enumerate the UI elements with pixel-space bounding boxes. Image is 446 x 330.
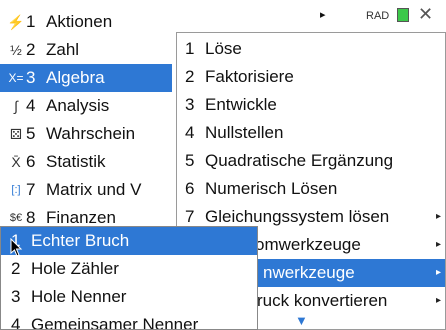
menu-item-number: 6 [185, 179, 195, 198]
status-bar: ▸ RAD ✕ [320, 0, 446, 32]
menu-item-number: 2 [26, 40, 36, 59]
menu-item-label: Numerisch Lösen [205, 179, 338, 198]
menu-item-label: ruck konvertieren [257, 291, 388, 310]
menu-item-statistik[interactable]: X̄ 6 Statistik [0, 148, 192, 176]
menu-item-label: Analysis [46, 96, 110, 115]
dice-icon: ⚄ [9, 126, 23, 142]
xbar-icon: X̄ [11, 154, 21, 170]
matrix-icon: [:] [11, 184, 21, 196]
angle-mode-label: RAD [366, 10, 390, 22]
menu-item-number: 1 [185, 39, 195, 58]
menu-item-number: 4 [185, 123, 195, 142]
menu-item-nullstellen[interactable]: 4 Nullstellen [177, 119, 445, 147]
menu-item-faktorisiere[interactable]: 2 Faktorisiere [177, 63, 445, 91]
menu-item-number: 2 [185, 67, 195, 86]
menu-item-number: 1 [26, 12, 36, 31]
menu-item-number: 5 [26, 124, 36, 143]
menu-item-label: Löse [205, 39, 242, 58]
menu-item-label: Gemeinsamer Nenner [31, 315, 199, 330]
integral-icon: ∫ [14, 98, 18, 114]
tab-arrow-icon: ▸ [320, 9, 326, 21]
x-equals-icon: X= [8, 71, 24, 85]
menu-item-hole-zaehler[interactable]: 2 Hole Zähler [1, 255, 257, 283]
menu-item-label: Algebra [46, 68, 105, 87]
menu-item-label: omwerkzeuge [255, 235, 361, 254]
menu-item-number: 3 [26, 68, 36, 87]
submenu-arrow-icon: ▸ [435, 267, 441, 278]
menu-item-gemeinsamer-nenner[interactable]: 4 Gemeinsamer Nenner [1, 311, 257, 330]
menu-item-number: 5 [185, 151, 195, 170]
menu-item-algebra[interactable]: X= 3 Algebra [0, 64, 172, 92]
menu-item-label: Hole Nenner [31, 287, 127, 306]
menu-item-analysis[interactable]: ∫ 4 Analysis [0, 92, 192, 120]
lightning-icon: ⚡ [7, 14, 25, 30]
main-menu: ⚡ 1 Aktionen ½ 2 Zahl X= 3 Algebra ∫ 4 A… [0, 4, 192, 232]
battery-icon [397, 8, 409, 22]
menu-item-number: 2 [11, 259, 21, 278]
menu-item-hole-nenner[interactable]: 3 Hole Nenner [1, 283, 257, 311]
menu-item-number: 4 [26, 96, 36, 115]
submenu-arrow-icon: ▸ [435, 239, 441, 250]
menu-item-label: Nullstellen [205, 123, 284, 142]
submenu-arrow-icon: ▸ [435, 211, 441, 222]
menu-item-label: nwerkzeuge [263, 263, 355, 282]
menu-item-label: Aktionen [46, 12, 113, 31]
close-icon[interactable]: ✕ [418, 4, 433, 25]
menu-item-echter-bruch[interactable]: 1 Echter Bruch [1, 227, 257, 255]
menu-item-numerisch-loesen[interactable]: 6 Numerisch Lösen [177, 175, 445, 203]
menu-item-label: Entwickle [205, 95, 277, 114]
menu-item-label: Faktorisiere [205, 67, 294, 86]
fraction-icon: ½ [10, 42, 22, 58]
menu-item-number: 7 [26, 180, 36, 199]
menu-item-label: Zahl [46, 40, 80, 59]
menu-item-label: Hole Zähler [31, 259, 119, 278]
menu-item-entwickle[interactable]: 3 Entwickle [177, 91, 445, 119]
menu-item-wahrscheinlichkeit[interactable]: ⚄ 5 Wahrschein [0, 120, 192, 148]
menu-item-label: Statistik [46, 152, 106, 171]
menu-item-label: Echter Bruch [31, 231, 130, 250]
mouse-cursor-icon [10, 238, 23, 257]
menu-item-zahl[interactable]: ½ 2 Zahl [0, 36, 192, 64]
menu-item-label: Wahrschein [46, 124, 136, 143]
scroll-down-icon[interactable]: ▼ [295, 313, 308, 328]
menu-item-quadratische-ergaenzung[interactable]: 5 Quadratische Ergänzung [177, 147, 445, 175]
menu-item-number: 4 [11, 315, 21, 330]
menu-item-label: Quadratische Ergänzung [205, 151, 394, 170]
menu-item-matrix[interactable]: [:] 7 Matrix und V [0, 176, 192, 204]
bruchwerkzeuge-submenu: 1 Echter Bruch 2 Hole Zähler 3 Hole Nenn… [0, 226, 258, 330]
submenu-arrow-icon: ▸ [435, 295, 441, 306]
menu-item-number: 6 [26, 152, 36, 171]
menu-item-label: Matrix und V [46, 180, 142, 199]
menu-item-number: 3 [11, 287, 21, 306]
menu-item-loese[interactable]: 1 Löse [177, 35, 445, 63]
menu-item-number: 3 [185, 95, 195, 114]
menu-item-aktionen[interactable]: ⚡ 1 Aktionen [0, 8, 192, 36]
